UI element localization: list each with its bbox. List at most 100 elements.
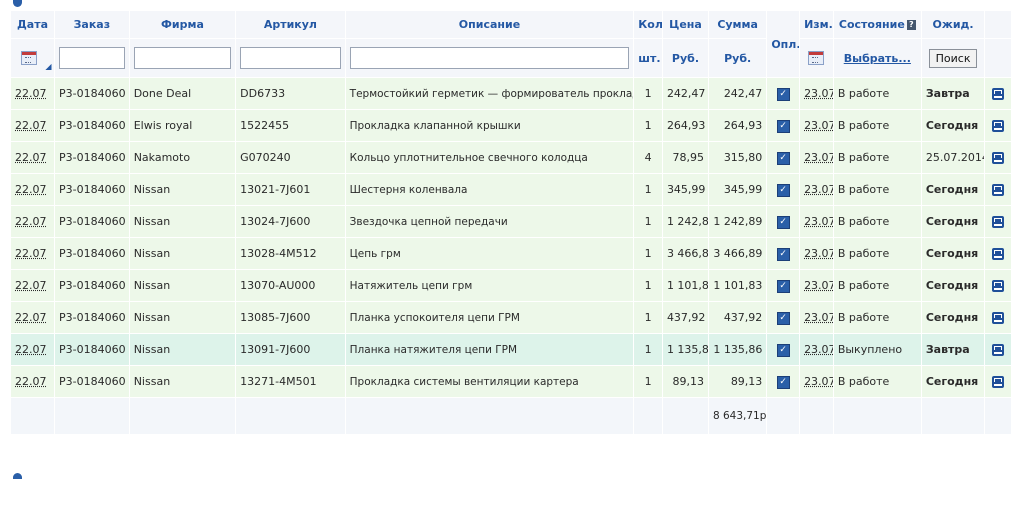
row-action[interactable] — [984, 333, 1012, 366]
checkbox-checked-icon[interactable]: ✓ — [776, 344, 790, 357]
row-paid[interactable]: ✓ — [766, 269, 801, 302]
row-paid[interactable]: ✓ — [766, 77, 801, 110]
help-icon[interactable]: ? — [906, 20, 916, 30]
sort-arrow-icon[interactable]: ◢ — [45, 62, 51, 71]
row-paid[interactable]: ✓ — [766, 205, 801, 238]
row-modified[interactable]: 23.07 — [799, 333, 834, 366]
row-date[interactable]: 22.07 — [10, 301, 55, 334]
row-expect: Сегодня — [920, 301, 986, 334]
row-date[interactable]: 22.07 — [10, 269, 55, 302]
row-action[interactable] — [984, 141, 1012, 174]
row-modified[interactable]: 23.07 — [799, 173, 834, 206]
row-sum: 1 135,86 — [707, 333, 768, 366]
row-paid[interactable]: ✓ — [766, 365, 801, 398]
row-order: P3-0184060 — [54, 173, 130, 206]
row-state: В работе — [832, 301, 922, 334]
search-button[interactable]: Поиск — [928, 48, 978, 68]
row-modified[interactable]: 23.07 — [799, 141, 834, 174]
row-paid[interactable]: ✓ — [766, 333, 801, 366]
cart-icon[interactable] — [992, 312, 1005, 324]
row-action[interactable] — [984, 173, 1012, 206]
cart-icon[interactable] — [992, 184, 1005, 196]
row-modified[interactable]: 23.07 — [799, 269, 834, 302]
total-empty-cell — [10, 397, 55, 435]
total-empty-cell — [633, 397, 663, 435]
total-empty-cell — [920, 397, 986, 435]
row-action[interactable] — [984, 109, 1012, 142]
row-qty: 4 — [633, 141, 663, 174]
row-date[interactable]: 22.07 — [10, 205, 55, 238]
row-action[interactable] — [984, 365, 1012, 398]
row-date[interactable]: 22.07 — [10, 141, 55, 174]
col-price-header[interactable]: Цена — [661, 10, 709, 39]
row-date[interactable]: 22.07 — [10, 333, 55, 366]
cart-icon[interactable] — [992, 152, 1005, 164]
row-modified[interactable]: 23.07 — [799, 237, 834, 270]
row-description: Кольцо уплотнительное свечного колодца — [344, 141, 635, 174]
col-expect-header[interactable]: Ожид. — [920, 10, 986, 39]
checkbox-checked-icon[interactable]: ✓ — [776, 376, 790, 389]
row-action[interactable] — [984, 301, 1012, 334]
col-qty-header[interactable]: Кол — [633, 10, 663, 39]
row-action[interactable] — [984, 77, 1012, 110]
row-modified[interactable]: 23.07 — [799, 365, 834, 398]
search-cell: Поиск — [920, 38, 986, 78]
row-paid[interactable]: ✓ — [766, 237, 801, 270]
checkbox-checked-icon[interactable]: ✓ — [776, 312, 790, 325]
firm-filter-input[interactable] — [133, 47, 232, 69]
row-modified[interactable]: 23.07 — [799, 301, 834, 334]
col-paid-header[interactable]: Опл. — [766, 10, 801, 78]
row-date[interactable]: 22.07 — [10, 173, 55, 206]
row-action[interactable] — [984, 269, 1012, 302]
col-article-header[interactable]: Артикул — [235, 10, 346, 39]
row-date[interactable]: 22.07 — [10, 77, 55, 110]
checkbox-checked-icon[interactable]: ✓ — [776, 184, 790, 197]
order-filter-input[interactable] — [59, 47, 125, 69]
cart-icon[interactable] — [992, 248, 1005, 260]
row-article: 1522455 — [235, 109, 346, 142]
row-modified[interactable]: 23.07 — [799, 77, 834, 110]
row-paid[interactable]: ✓ — [766, 141, 801, 174]
row-paid[interactable]: ✓ — [766, 301, 801, 334]
article-filter-input[interactable] — [240, 47, 341, 69]
cart-icon[interactable] — [992, 216, 1005, 228]
cart-icon[interactable] — [992, 344, 1005, 356]
checkbox-checked-icon[interactable]: ✓ — [776, 248, 790, 261]
row-sum: 345,99 — [707, 173, 768, 206]
row-modified[interactable]: 23.07 — [799, 205, 834, 238]
description-filter-input[interactable] — [349, 47, 630, 69]
total-empty-cell — [128, 397, 237, 435]
checkbox-checked-icon[interactable]: ✓ — [776, 152, 790, 165]
row-date[interactable]: 22.07 — [10, 365, 55, 398]
row-sum: 242,47 — [707, 77, 768, 110]
row-paid[interactable]: ✓ — [766, 109, 801, 142]
checkbox-checked-icon[interactable]: ✓ — [776, 120, 790, 133]
col-state-header[interactable]: Состояние? — [832, 10, 922, 39]
row-date[interactable]: 22.07 — [10, 109, 55, 142]
checkbox-checked-icon[interactable]: ✓ — [776, 88, 790, 101]
row-article: DD6733 — [235, 77, 346, 110]
col-description-header[interactable]: Описание — [344, 10, 635, 39]
row-state: Выкуплено — [832, 333, 922, 366]
row-action[interactable] — [984, 205, 1012, 238]
col-firm-header[interactable]: Фирма — [128, 10, 237, 39]
col-order-header[interactable]: Заказ — [54, 10, 130, 39]
col-modified-header[interactable]: Изм. — [799, 10, 834, 39]
cart-icon[interactable] — [992, 280, 1005, 292]
cart-icon[interactable] — [992, 120, 1005, 132]
row-description: Цепь грм — [344, 237, 635, 270]
col-date-header[interactable]: Дата — [10, 10, 55, 39]
row-action[interactable] — [984, 237, 1012, 270]
calendar-icon[interactable] — [21, 51, 38, 65]
calendar-icon[interactable] — [808, 51, 825, 65]
cart-icon[interactable] — [992, 88, 1005, 100]
checkbox-checked-icon[interactable]: ✓ — [776, 216, 790, 229]
checkbox-checked-icon[interactable]: ✓ — [776, 280, 790, 293]
row-paid[interactable]: ✓ — [766, 173, 801, 206]
state-select-link[interactable]: Выбрать... — [844, 52, 911, 65]
action-filter-cell — [984, 38, 1012, 78]
row-date[interactable]: 22.07 — [10, 237, 55, 270]
cart-icon[interactable] — [992, 376, 1005, 388]
row-modified[interactable]: 23.07 — [799, 109, 834, 142]
col-sum-header[interactable]: Сумма — [707, 10, 768, 39]
